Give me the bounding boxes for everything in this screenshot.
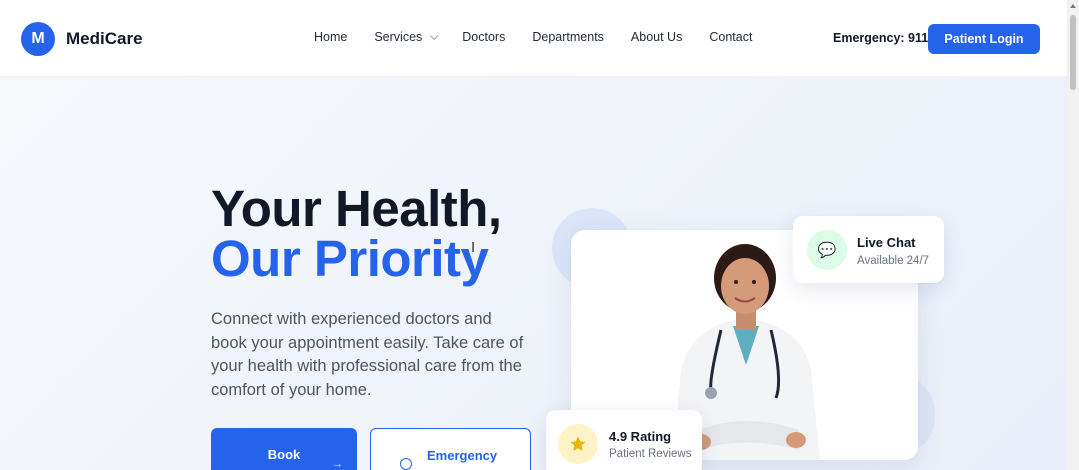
nav-link-departments[interactable]: Departments: [532, 30, 604, 44]
hero-description: Connect with experienced doctors and boo…: [211, 310, 524, 399]
logo-mark: M: [21, 22, 55, 56]
nav-link-services[interactable]: Services: [374, 30, 439, 44]
rating-card: 4.9 Rating Patient Reviews: [546, 410, 702, 470]
text-cursor-icon: I: [471, 239, 476, 256]
rating-subtitle: Patient Reviews: [609, 448, 692, 460]
brand-logo[interactable]: M MediCare: [21, 22, 143, 56]
nav-link-doctors[interactable]: Doctors: [462, 30, 505, 44]
hero-headline: Your Health, Our Priority: [211, 180, 502, 287]
emergency-button-label: Emergency: [427, 448, 498, 463]
book-button-label: Book: [267, 447, 301, 462]
chevron-down-icon: [430, 31, 439, 41]
nav-link-about[interactable]: About Us: [631, 30, 682, 44]
nav-link-home[interactable]: Home: [314, 30, 347, 44]
brand-name: MediCare: [66, 29, 143, 48]
page-scrollbar[interactable]: [1067, 0, 1079, 470]
book-button[interactable]: Book →: [211, 428, 357, 470]
nav-link-services-label: Services: [374, 30, 423, 44]
nav-link-contact[interactable]: Contact: [709, 30, 752, 44]
chat-bubble-icon: 💬: [807, 230, 847, 270]
headline-line-2: Our Priority: [211, 230, 489, 287]
scroll-thumb[interactable]: [1070, 15, 1076, 90]
scroll-up-arrow-icon[interactable]: [1070, 4, 1076, 8]
main-nav: Home Services Doctors Departments About …: [314, 30, 779, 44]
emergency-button[interactable]: Emergency: [370, 428, 531, 470]
live-chat-title: Live Chat: [857, 235, 916, 250]
emergency-icon: [400, 458, 412, 470]
headline-line-1: Your Health,: [211, 180, 502, 237]
patient-login-button[interactable]: Patient Login: [928, 24, 1040, 54]
rating-title: 4.9 Rating: [609, 429, 672, 444]
arrow-right-icon: →: [332, 458, 343, 470]
top-navbar: M MediCare Home Services Doctors Departm…: [0, 0, 1067, 77]
live-chat-card[interactable]: 💬 Live Chat Available 24/7: [793, 216, 944, 283]
live-chat-subtitle: Available 24/7: [857, 255, 930, 267]
star-icon: [558, 424, 598, 464]
emergency-number: Emergency: 911: [833, 31, 929, 45]
